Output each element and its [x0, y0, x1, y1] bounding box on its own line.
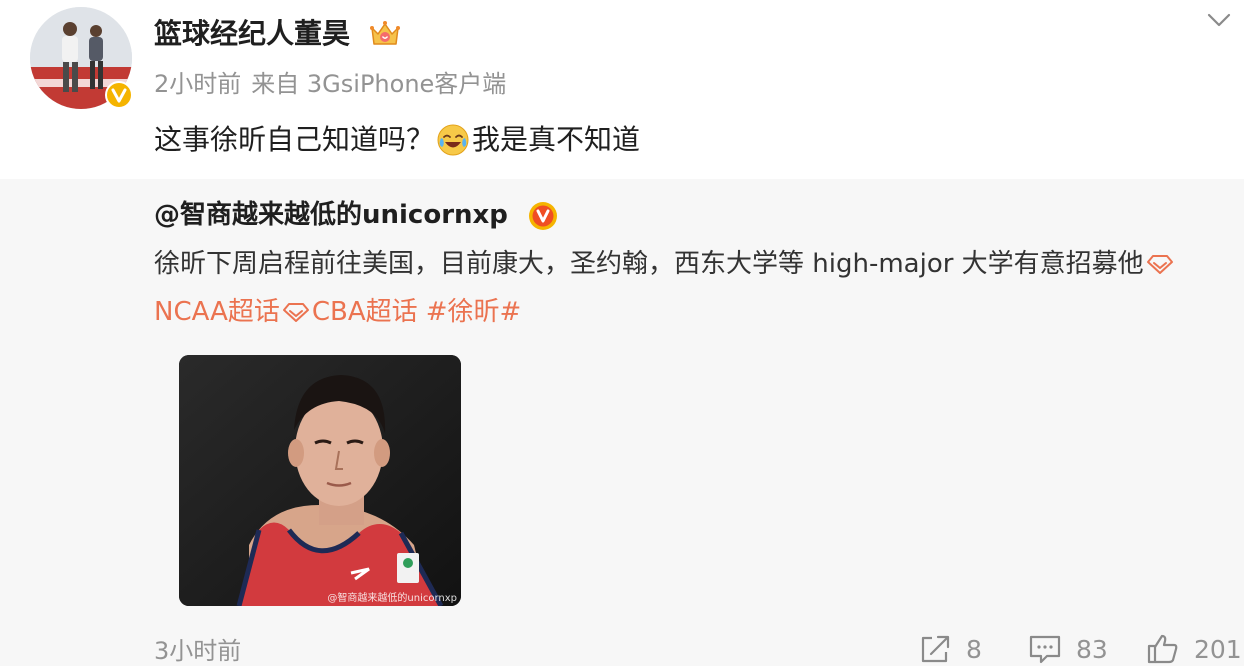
comment-icon — [1029, 635, 1061, 664]
topic-cba[interactable]: CBA超话 — [312, 291, 418, 333]
super-topic-diamond-icon — [282, 303, 309, 322]
comment-button[interactable]: 83 — [1028, 631, 1108, 666]
verified-icon — [105, 81, 133, 109]
topic-ncaa[interactable]: NCAA超话 — [154, 291, 280, 333]
share-count: 8 — [966, 634, 982, 664]
reposted-weibo[interactable]: @智商越来越低的unicornxp 徐昕下周启程前往美国，目前康大，圣约翰，西东… — [0, 179, 1244, 666]
post-source: 来自 3GsiPhone客户端 — [251, 70, 507, 98]
share-button[interactable]: 8 — [918, 631, 982, 666]
post-text: 这事徐昕自己知道吗？ 我是真不知道 — [154, 118, 640, 162]
crown-icon[interactable] — [368, 18, 402, 50]
user-avatar[interactable] — [30, 7, 133, 109]
user-name[interactable]: 篮球经纪人董昊 — [154, 12, 350, 56]
image-watermark: @智商越来越低的unicornxp — [327, 593, 457, 604]
original-text: 徐昕下周启程前往美国，目前康大，圣约翰，西东大学等 high-major 大学有… — [154, 243, 1176, 285]
chevron-down-icon[interactable] — [1206, 10, 1232, 30]
like-count: 201 — [1194, 634, 1242, 664]
share-icon — [921, 635, 950, 663]
laugh-cry-emoji-icon — [437, 124, 469, 156]
original-author[interactable]: @智商越来越低的unicornxp — [154, 194, 508, 236]
original-text-body: 徐昕下周启程前往美国，目前康大，圣约翰，西东大学等 high-major 大学有… — [154, 249, 1144, 279]
post-meta: 2小时前 来自 3GsiPhone客户端 — [154, 64, 506, 104]
post-text-before: 这事徐昕自己知道吗？ — [154, 123, 435, 156]
post-text-after: 我是真不知道 — [472, 123, 641, 156]
post-time: 2小时前 — [154, 70, 242, 98]
super-topic-diamond-icon — [1146, 255, 1173, 274]
post-image[interactable]: @智商越来越低的unicornxp — [179, 355, 461, 606]
like-button[interactable]: 201 — [1146, 631, 1242, 666]
topic-links: NCAA超话 CBA超话 #徐昕# — [154, 291, 521, 333]
thumbs-up-icon — [1147, 634, 1178, 664]
verified-v-icon — [529, 202, 557, 230]
original-time: 3小时前 — [154, 637, 242, 665]
weibo-post-card: 篮球经纪人董昊 2小时前 来自 3GsiPhone客户端 这事徐昕自己知道吗？ 我… — [0, 0, 1244, 666]
comment-count: 83 — [1076, 634, 1108, 664]
topic-xuxin[interactable]: #徐昕# — [426, 291, 522, 333]
